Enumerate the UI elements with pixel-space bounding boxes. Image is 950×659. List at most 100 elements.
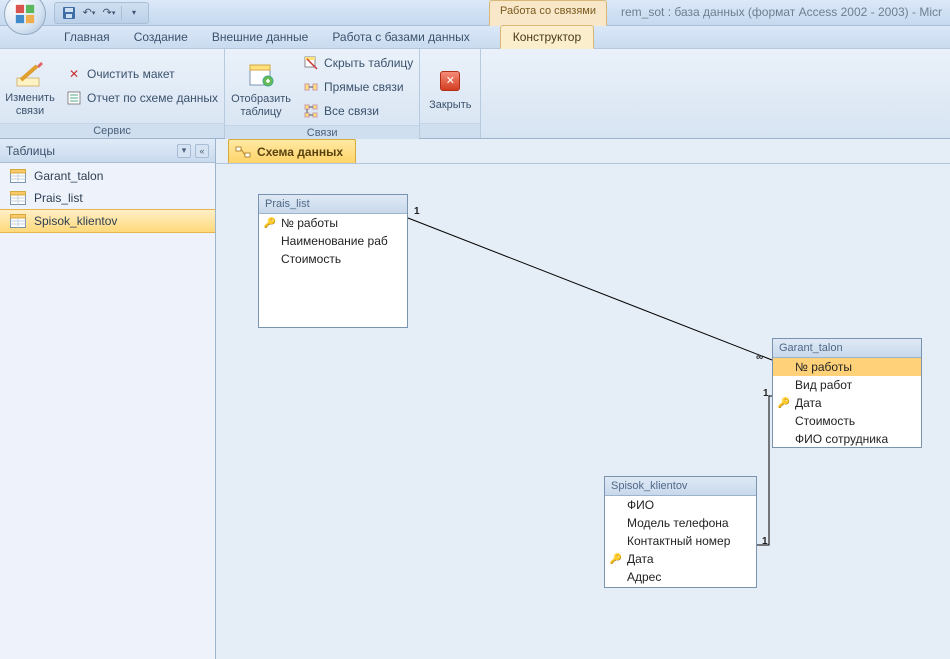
tab-design[interactable]: Конструктор bbox=[500, 25, 594, 49]
diagram-field[interactable]: Стоимость bbox=[259, 250, 407, 268]
save-button[interactable] bbox=[61, 5, 77, 21]
nav-item[interactable]: Spisok_klientov bbox=[0, 209, 215, 233]
hide-table-icon bbox=[303, 55, 319, 71]
diagram-field-label: ФИО сотрудника bbox=[795, 432, 888, 446]
key-indicator: 🔑 bbox=[777, 397, 791, 409]
title-bar: ↶▾ ↷▾ ▾ Работа со связями rem_sot : база… bbox=[0, 0, 950, 26]
diagram-table-title[interactable]: Garant_talon bbox=[773, 339, 921, 358]
redo-button[interactable]: ↷▾ bbox=[101, 5, 117, 21]
key-indicator bbox=[609, 571, 623, 583]
key-indicator: 🔑 bbox=[609, 553, 623, 565]
diagram-table-title[interactable]: Spisok_klientov bbox=[605, 477, 756, 496]
edit-relationships-icon bbox=[14, 58, 46, 90]
key-indicator bbox=[777, 361, 791, 373]
quick-access-toolbar: ↶▾ ↷▾ ▾ bbox=[54, 2, 149, 24]
diagram-field[interactable]: Модель телефона bbox=[605, 514, 756, 532]
close-icon: ✕ bbox=[434, 65, 466, 97]
nav-item-label: Spisok_klientov bbox=[34, 214, 117, 228]
key-icon: 🔑 bbox=[264, 218, 276, 229]
group-label-close bbox=[420, 123, 480, 138]
diagram-field[interactable]: 🔑 № работы bbox=[259, 214, 407, 232]
diagram-field-label: № работы bbox=[281, 216, 338, 230]
nav-item[interactable]: Prais_list bbox=[0, 187, 215, 209]
nav-header[interactable]: Таблицы ▾ « bbox=[0, 139, 215, 163]
hide-table-button[interactable]: Скрыть таблицу bbox=[303, 53, 413, 73]
diagram-field[interactable]: Стоимость bbox=[773, 412, 921, 430]
tab-database-tools[interactable]: Работа с базами данных bbox=[320, 26, 481, 48]
nav-dropdown-button[interactable]: ▾ bbox=[177, 144, 191, 158]
qat-customize-button[interactable]: ▾ bbox=[126, 5, 142, 21]
diagram-table-garant[interactable]: Garant_talon № работы Вид работ 🔑 Дата С… bbox=[772, 338, 922, 448]
diagram-field[interactable]: 🔑 Дата bbox=[605, 550, 756, 568]
key-indicator bbox=[609, 499, 623, 511]
diagram-field[interactable]: Адрес bbox=[605, 568, 756, 586]
key-indicator: 🔑 bbox=[263, 217, 277, 229]
diagram-field[interactable]: № работы bbox=[773, 358, 921, 376]
tab-create[interactable]: Создание bbox=[122, 26, 200, 48]
group-label-tools: Сервис bbox=[0, 123, 224, 138]
diagram-table-title[interactable]: Prais_list bbox=[259, 195, 407, 214]
diagram-field[interactable]: Наименование раб bbox=[259, 232, 407, 250]
qat-separator bbox=[121, 6, 122, 20]
key-indicator bbox=[263, 235, 277, 247]
relationship-report-button[interactable]: Отчет по схеме данных bbox=[66, 88, 218, 108]
key-indicator bbox=[777, 379, 791, 391]
save-icon bbox=[62, 6, 76, 20]
app-title: rem_sot : база данных (формат Access 200… bbox=[607, 0, 950, 26]
workspace: Таблицы ▾ « Garant_talon Prais_list Spis… bbox=[0, 139, 950, 659]
diagram-field[interactable]: Контактный номер bbox=[605, 532, 756, 550]
diagram-field-label: Вид работ bbox=[795, 378, 852, 392]
key-icon: 🔑 bbox=[610, 554, 622, 565]
diagram-field[interactable]: 🔑 Дата bbox=[773, 394, 921, 412]
nav-item[interactable]: Garant_talon bbox=[0, 165, 215, 187]
table-icon bbox=[10, 169, 26, 183]
nav-collapse-button[interactable]: « bbox=[195, 144, 209, 158]
table-icon bbox=[10, 214, 26, 228]
ribbon-group-tools: Изменить связи ✕ Очистить макет Отчет по… bbox=[0, 49, 225, 138]
table-icon bbox=[10, 191, 26, 205]
office-logo-icon bbox=[14, 3, 36, 25]
tab-external-data[interactable]: Внешние данные bbox=[200, 26, 321, 48]
report-icon bbox=[66, 90, 82, 106]
clear-layout-icon: ✕ bbox=[66, 66, 82, 82]
key-indicator bbox=[777, 433, 791, 445]
diagram-field[interactable]: Вид работ bbox=[773, 376, 921, 394]
diagram-field-label: Стоимость bbox=[281, 252, 341, 266]
diagram-field-label: Модель телефона bbox=[627, 516, 729, 530]
close-button[interactable]: ✕ Закрыть bbox=[420, 49, 480, 123]
ribbon: Изменить связи ✕ Очистить макет Отчет по… bbox=[0, 49, 950, 139]
all-rel-icon bbox=[303, 103, 319, 119]
ribbon-group-close: ✕ Закрыть bbox=[420, 49, 481, 138]
direct-rel-icon bbox=[303, 79, 319, 95]
contextual-tab-group-label: Работа со связями bbox=[489, 0, 607, 26]
relationship-canvas[interactable]: 1∞11 Prais_list 🔑 № работы Наименование … bbox=[216, 163, 950, 659]
diagram-field-label: Наименование раб bbox=[281, 234, 388, 248]
title-context-area: Работа со связями rem_sot : база данных … bbox=[489, 0, 950, 26]
edit-relationships-button[interactable]: Изменить связи bbox=[0, 49, 60, 123]
key-indicator bbox=[609, 517, 623, 529]
tab-home[interactable]: Главная bbox=[52, 26, 122, 48]
clear-layout-button[interactable]: ✕ Очистить макет bbox=[66, 64, 218, 84]
undo-button[interactable]: ↶▾ bbox=[81, 5, 97, 21]
diagram-field[interactable]: ФИО bbox=[605, 496, 756, 514]
diagram-table-spisok[interactable]: Spisok_klientov ФИО Модель телефона Конт… bbox=[604, 476, 757, 588]
document-tab[interactable]: Схема данных bbox=[228, 139, 356, 163]
diagram-field[interactable]: ФИО сотрудника bbox=[773, 430, 921, 448]
key-indicator bbox=[263, 253, 277, 265]
document-tab-label: Схема данных bbox=[257, 145, 343, 159]
show-table-button[interactable]: Отобразить таблицу bbox=[225, 49, 297, 125]
nav-item-label: Garant_talon bbox=[34, 169, 103, 183]
show-table-icon bbox=[245, 59, 277, 91]
svg-text:∞: ∞ bbox=[756, 352, 763, 363]
nav-list: Garant_talon Prais_list Spisok_klientov bbox=[0, 163, 215, 659]
diagram-field-label: Стоимость bbox=[795, 414, 855, 428]
all-relationships-button[interactable]: Все связи bbox=[303, 101, 413, 121]
diagram-field-label: Дата bbox=[627, 552, 654, 566]
key-icon: 🔑 bbox=[778, 398, 790, 409]
key-indicator bbox=[609, 535, 623, 547]
canvas-area: Схема данных 1∞11 Prais_list 🔑 № работы … bbox=[216, 139, 950, 659]
diagram-table-prais[interactable]: Prais_list 🔑 № работы Наименование раб С… bbox=[258, 194, 408, 328]
direct-relationships-button[interactable]: Прямые связи bbox=[303, 77, 413, 97]
svg-text:1: 1 bbox=[414, 206, 420, 217]
svg-text:1: 1 bbox=[763, 388, 769, 399]
